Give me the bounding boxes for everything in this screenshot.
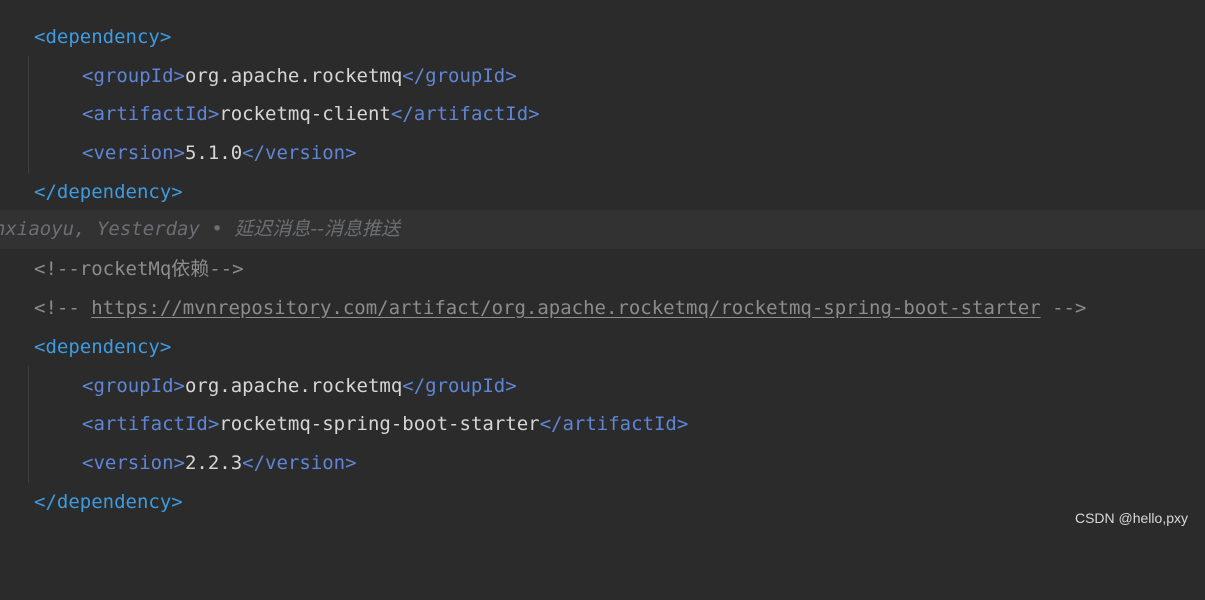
code-line[interactable]: <!-- https://mvnrepository.com/artifact/… bbox=[0, 289, 1205, 328]
blame-message: 延迟消息--消息推送 bbox=[234, 218, 400, 240]
code-line[interactable]: <version>2.2.3</version> bbox=[0, 444, 1205, 483]
xml-text: 5.1.0 bbox=[184, 142, 243, 164]
xml-comment-end: --> bbox=[1040, 297, 1087, 319]
xml-tag: </groupId> bbox=[402, 65, 517, 87]
code-line[interactable]: <groupId>org.apache.rocketmq</groupId> bbox=[0, 367, 1205, 406]
xml-tag: <version> bbox=[82, 142, 185, 164]
comment-url-link[interactable]: https://mvnrepository.com/artifact/org.a… bbox=[91, 297, 1040, 319]
code-line[interactable]: <artifactId>rocketmq-spring-boot-starter… bbox=[0, 405, 1205, 444]
xml-tag: <artifactId> bbox=[82, 413, 220, 435]
code-editor[interactable]: <dependency> <groupId>org.apache.rocketm… bbox=[0, 0, 1205, 536]
xml-tag: <groupId> bbox=[82, 375, 185, 397]
code-line[interactable]: <!--rocketMq依赖--> bbox=[0, 250, 1205, 289]
xml-tag: </dependency> bbox=[34, 491, 183, 513]
git-blame-annotation[interactable]: nxiaoyu, Yesterday • 延迟消息--消息推送 bbox=[0, 210, 1205, 249]
code-line[interactable]: <artifactId>rocketmq-client</artifactId> bbox=[0, 95, 1205, 134]
xml-comment-start: <!-- bbox=[34, 297, 92, 319]
xml-text: rocketmq-client bbox=[219, 103, 391, 125]
code-line[interactable]: </dependency> bbox=[0, 483, 1205, 522]
xml-tag: <version> bbox=[82, 452, 185, 474]
xml-tag: </version> bbox=[242, 142, 357, 164]
blame-time: Yesterday bbox=[96, 218, 200, 240]
blame-author: nxiaoyu bbox=[0, 218, 75, 240]
code-line[interactable]: <dependency> bbox=[0, 328, 1205, 367]
xml-text: org.apache.rocketmq bbox=[184, 375, 403, 397]
xml-comment: <!--rocketMq依赖--> bbox=[34, 258, 244, 280]
xml-text: org.apache.rocketmq bbox=[184, 65, 403, 87]
xml-text: 2.2.3 bbox=[184, 452, 243, 474]
xml-tag: </version> bbox=[242, 452, 357, 474]
code-line[interactable]: </dependency> bbox=[0, 173, 1205, 212]
code-line[interactable]: <version>5.1.0</version> bbox=[0, 134, 1205, 173]
xml-tag: </artifactId> bbox=[539, 413, 689, 435]
code-line[interactable]: <groupId>org.apache.rocketmq</groupId> bbox=[0, 57, 1205, 96]
xml-tag: <dependency> bbox=[34, 26, 172, 48]
code-line[interactable]: <dependency> bbox=[0, 18, 1205, 57]
watermark-text: CSDN @hello,pxy bbox=[1074, 510, 1188, 526]
xml-tag: <dependency> bbox=[34, 336, 172, 358]
xml-tag: </artifactId> bbox=[390, 103, 540, 125]
xml-text: rocketmq-spring-boot-starter bbox=[219, 413, 540, 435]
xml-tag: <artifactId> bbox=[82, 103, 220, 125]
xml-tag: </groupId> bbox=[402, 375, 517, 397]
xml-tag: </dependency> bbox=[34, 181, 183, 203]
xml-tag: <groupId> bbox=[82, 65, 185, 87]
blame-separator: • bbox=[211, 218, 223, 240]
